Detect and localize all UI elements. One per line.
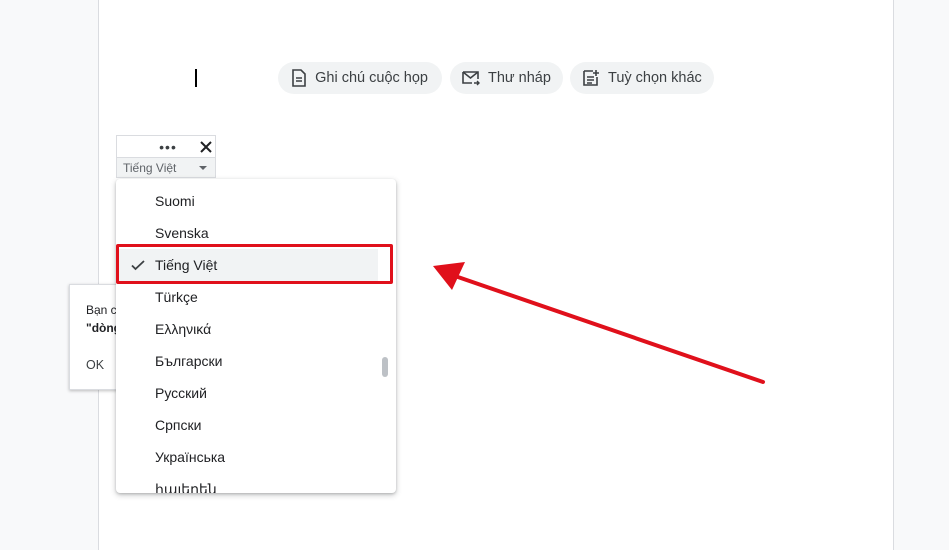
language-option-label: Ελληνικά [155, 321, 212, 337]
language-select-value: Tiếng Việt [123, 160, 177, 175]
language-option[interactable]: Русский [116, 377, 378, 409]
language-option-label: Українська [155, 449, 226, 465]
language-option[interactable]: հայերեն [116, 473, 378, 494]
chip-label: Ghi chú cuộc họp [315, 70, 428, 86]
email-draft-chip[interactable]: Thư nháp [450, 62, 563, 94]
language-option[interactable]: Ελληνικά [116, 313, 378, 345]
language-select[interactable]: Tiếng Việt [116, 157, 216, 178]
more-options-chip[interactable]: Tuỳ chọn khác [570, 62, 714, 94]
close-icon[interactable] [196, 137, 216, 157]
language-option[interactable]: Українська [116, 441, 378, 473]
language-mini-toolbar: ••• [116, 135, 216, 157]
more-horizontal-icon[interactable]: ••• [157, 136, 179, 157]
chip-label: Thư nháp [488, 70, 551, 86]
language-option-label: Български [155, 353, 223, 369]
mail-draft-icon [462, 68, 480, 88]
dropdown-scrollbar[interactable] [382, 357, 388, 377]
language-option-label: Српски [155, 417, 202, 433]
chip-label: Tuỳ chọn khác [608, 70, 702, 86]
language-dropdown: Suomi Svenska Tiếng Việt Türkçe Ελληνικά… [116, 179, 396, 493]
dialog-text: Bạn c [86, 303, 117, 317]
language-option[interactable]: Türkçe [116, 281, 378, 313]
meeting-notes-chip[interactable]: Ghi chú cuộc họp [278, 62, 442, 94]
language-option-label: Türkçe [155, 289, 198, 305]
language-option[interactable]: Български [116, 345, 378, 377]
note-add-icon [582, 68, 600, 88]
ok-button[interactable]: OK [86, 358, 104, 372]
chevron-down-icon [199, 166, 207, 170]
highlight-box [116, 244, 393, 284]
language-option[interactable]: Српски [116, 409, 378, 441]
language-option-label: Suomi [155, 193, 195, 209]
language-option-label: Svenska [155, 225, 209, 241]
language-option-label: հայերեն [155, 480, 217, 494]
language-option-label: Русский [155, 385, 207, 401]
document-icon [290, 68, 307, 88]
text-cursor [195, 69, 197, 87]
language-option[interactable]: Suomi [116, 185, 378, 217]
